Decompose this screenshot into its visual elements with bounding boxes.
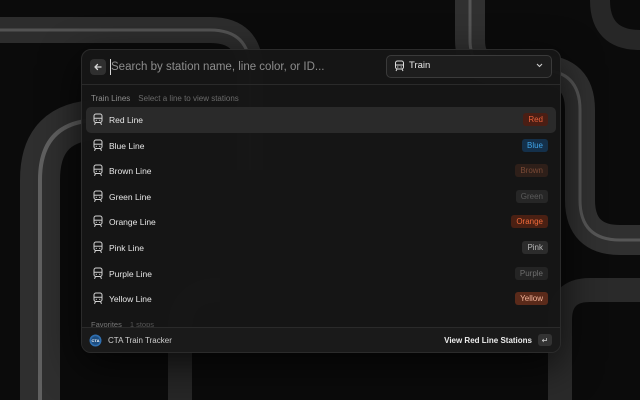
line-color-badge: Green <box>515 189 548 203</box>
search-bar: Train <box>82 50 560 84</box>
enter-key-hint[interactable]: ↵ <box>538 334 552 346</box>
train-line-name: Green Line <box>109 191 152 202</box>
train-line-name: Orange Line <box>109 217 156 228</box>
train-line-row[interactable]: Orange Line Orange <box>86 209 556 235</box>
train-icon <box>93 139 103 151</box>
train-line-row[interactable]: Brown Line Brown <box>86 158 556 184</box>
divider <box>82 84 560 85</box>
enter-icon: ↵ <box>541 335 549 345</box>
line-color-badge: Brown <box>515 164 548 178</box>
back-button[interactable] <box>90 59 106 75</box>
train-line-name: Brown Line <box>109 166 152 177</box>
train-icon <box>93 164 103 177</box>
train-line-name: Blue Line <box>109 140 145 151</box>
chevron-down-icon <box>536 63 543 68</box>
line-color-badge: Red <box>523 113 548 126</box>
search-input[interactable] <box>111 59 361 75</box>
line-color-badge: Yellow <box>515 292 548 306</box>
train-line-row[interactable]: Blue Line Blue <box>86 133 556 159</box>
train-line-row[interactable]: Purple Line Purple <box>86 261 556 287</box>
train-line-name: Yellow Line <box>109 294 152 305</box>
train-icon <box>93 241 103 253</box>
train-lines-section-header: Train Lines Select a line to view station… <box>91 94 239 103</box>
train-line-name: Red Line <box>109 115 144 125</box>
section-title: Train Lines <box>91 94 131 103</box>
primary-action-button[interactable]: View Red Line Stations <box>444 336 532 345</box>
footer-bar: CTA CTA Train Tracker View Red Line Stat… <box>82 327 560 352</box>
line-color-badge: Pink <box>522 240 548 254</box>
train-line-row[interactable]: Pink Line Pink <box>86 235 556 261</box>
train-icon <box>395 60 404 72</box>
train-icon <box>93 113 103 125</box>
command-palette-window: Train Train Lines Select a line to view s… <box>81 49 561 353</box>
train-icon <box>93 267 103 279</box>
train-icon <box>93 190 103 202</box>
train-line-name: Purple Line <box>109 268 153 279</box>
train-line-list: Red Line Red Blue Line Blue Brown Line Brown G… <box>86 107 556 312</box>
train-icon <box>93 292 103 305</box>
train-line-row[interactable]: Green Line Green <box>86 184 556 210</box>
arrow-left-icon <box>94 63 102 71</box>
cta-logo-icon: CTA <box>89 334 102 347</box>
line-color-badge: Purple <box>514 266 548 280</box>
line-color-badge: Orange <box>511 215 548 229</box>
section-subtitle: Select a line to view stations <box>138 94 239 103</box>
transport-type-dropdown[interactable]: Train <box>386 55 552 78</box>
train-line-row[interactable]: Yellow Line Yellow <box>86 286 556 312</box>
train-line-name: Pink Line <box>109 242 144 253</box>
train-line-row[interactable]: Red Line Red <box>86 107 556 133</box>
line-color-badge: Blue <box>521 138 548 152</box>
train-icon <box>93 215 103 228</box>
dropdown-selected-value: Train <box>409 60 431 71</box>
app-name: CTA Train Tracker <box>108 336 172 345</box>
svg-text:CTA: CTA <box>92 338 100 343</box>
